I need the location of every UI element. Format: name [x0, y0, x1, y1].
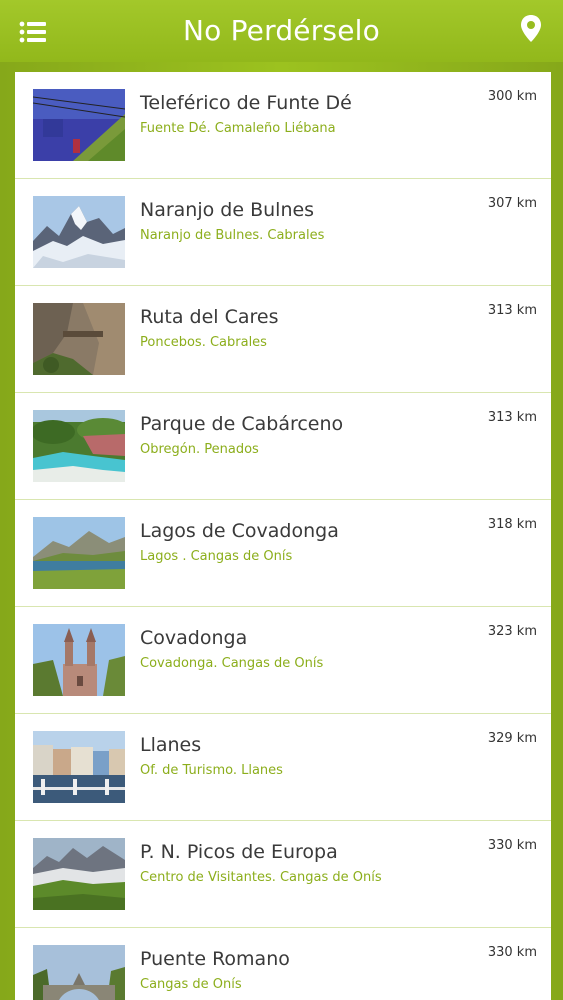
list-item[interactable]: Teleférico de Funte Dé Fuente Dé. Camale…	[15, 72, 551, 179]
place-distance: 300 km	[487, 89, 537, 104]
place-thumbnail	[33, 196, 125, 268]
place-distance: 330 km	[487, 945, 537, 960]
list-item[interactable]: P. N. Picos de Europa Centro de Visitant…	[15, 821, 551, 928]
place-location: Naranjo de Bulnes. Cabrales	[140, 228, 325, 243]
place-distance: 329 km	[487, 731, 537, 746]
place-name: Covadonga	[140, 627, 248, 649]
place-distance: 330 km	[487, 838, 537, 853]
place-distance: 318 km	[487, 517, 537, 532]
place-thumbnail	[33, 517, 125, 589]
list-item[interactable]: Ruta del Cares Poncebos. Cabrales 313 km	[15, 286, 551, 393]
places-list: Teleférico de Funte Dé Fuente Dé. Camale…	[15, 72, 551, 1000]
list-item[interactable]: Puente Romano Cangas de Onís 330 km	[15, 928, 551, 1000]
place-thumbnail	[33, 624, 125, 696]
place-location: Of. de Turismo. Llanes	[140, 763, 283, 778]
place-name: Parque de Cabárceno	[140, 413, 344, 435]
place-thumbnail	[33, 89, 125, 161]
list-item[interactable]: Naranjo de Bulnes Naranjo de Bulnes. Cab…	[15, 179, 551, 286]
list-item[interactable]: Llanes Of. de Turismo. Llanes 329 km	[15, 714, 551, 821]
place-location: Poncebos. Cabrales	[140, 335, 267, 350]
place-location: Cangas de Onís	[140, 977, 242, 992]
place-location: Obregón. Penados	[140, 442, 259, 457]
place-name: Teleférico de Funte Dé	[140, 92, 352, 114]
place-location: Fuente Dé. Camaleño Liébana	[140, 121, 336, 136]
place-name: Llanes	[140, 734, 202, 756]
place-distance: 307 km	[487, 196, 537, 211]
place-thumbnail	[33, 838, 125, 910]
map-pin-icon[interactable]	[519, 14, 543, 44]
place-thumbnail	[33, 945, 125, 1000]
place-thumbnail	[33, 303, 125, 375]
place-name: P. N. Picos de Europa	[140, 841, 338, 863]
place-name: Ruta del Cares	[140, 306, 279, 328]
list-item[interactable]: Parque de Cabárceno Obregón. Penados 313…	[15, 393, 551, 500]
place-thumbnail	[33, 731, 125, 803]
place-distance: 323 km	[487, 624, 537, 639]
place-name: Lagos de Covadonga	[140, 520, 339, 542]
place-location: Centro de Visitantes. Cangas de Onís	[140, 870, 382, 885]
place-distance: 313 km	[487, 303, 537, 318]
list-item[interactable]: Covadonga Covadonga. Cangas de Onís 323 …	[15, 607, 551, 714]
place-distance: 313 km	[487, 410, 537, 425]
place-location: Lagos . Cangas de Onís	[140, 549, 293, 564]
place-name: Naranjo de Bulnes	[140, 199, 315, 221]
list-item[interactable]: Lagos de Covadonga Lagos . Cangas de Oní…	[15, 500, 551, 607]
app-header: No Perdérselo	[0, 0, 563, 62]
place-name: Puente Romano	[140, 948, 290, 970]
place-location: Covadonga. Cangas de Onís	[140, 656, 324, 671]
place-thumbnail	[33, 410, 125, 482]
page-title: No Perdérselo	[183, 14, 380, 47]
